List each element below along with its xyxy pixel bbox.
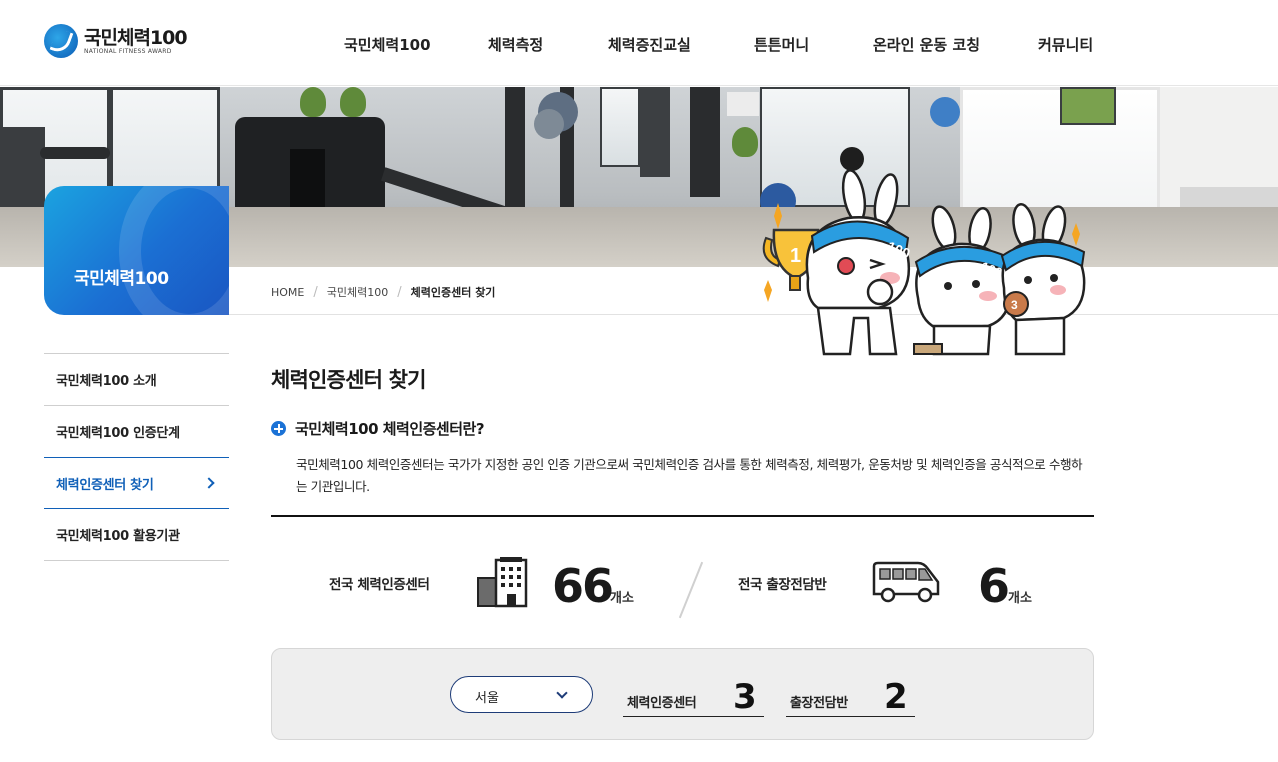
swirl-decoration-icon [119, 186, 229, 315]
filter-center-label: 체력인증센터 [627, 696, 697, 711]
site-logo[interactable]: 국민체력100 NATIONAL FITNESS AWARD [44, 24, 188, 58]
site-header: 국민체력100 NATIONAL FITNESS AWARD 국민체력100 체… [0, 0, 1278, 86]
side-menu-item-find-center[interactable]: 체력인증센터 찾기 [44, 457, 229, 509]
sparkle-icon [764, 280, 772, 302]
side-menu-item-label: 국민체력100 인증단계 [56, 426, 180, 441]
svg-text:1: 1 [790, 245, 801, 267]
section-subheading: 국민체력100 체력인증센터란? [271, 418, 485, 439]
breadcrumb-current: 체력인증센터 찾기 [410, 286, 496, 299]
nav-item-fitness-measure[interactable]: 체력측정 [488, 34, 543, 55]
section-card: 국민체력100 [44, 186, 229, 315]
nav-item-fitness-class[interactable]: 체력증진교실 [608, 34, 691, 55]
side-menu-item-label: 체력인증센터 찾기 [56, 477, 154, 493]
breadcrumb-home[interactable]: HOME [271, 286, 304, 299]
breadcrumb: HOME / 국민체력100 / 체력인증센터 찾기 [271, 284, 495, 300]
rabbit-mascot-bronze: 100 3 [1000, 203, 1086, 356]
filter-mobile-value: 2 [884, 677, 908, 717]
region-select[interactable]: 서울 [450, 676, 593, 713]
chevron-right-icon [203, 477, 215, 489]
breadcrumb-slash-icon: / [313, 284, 318, 300]
region-filter-panel: 서울 체력인증센터 3 출장전담반 2 [271, 648, 1094, 740]
plus-circle-icon [271, 421, 286, 436]
stat-mobile-value: 6 [978, 559, 1010, 613]
region-select-value: 서울 [475, 691, 499, 706]
side-menu: 국민체력100 소개 국민체력100 인증단계 체력인증센터 찾기 국민체력10… [44, 353, 229, 561]
filter-mobile-label: 출장전담반 [790, 696, 848, 711]
stat-centers-unit: 개소 [610, 591, 634, 606]
building-icon [477, 557, 528, 608]
side-menu-item-label: 국민체력100 활용기관 [56, 529, 180, 544]
sparkle-icon [774, 203, 782, 229]
logo-title: 국민체력100 [84, 26, 188, 49]
stat-centers-value: 66 [552, 559, 614, 613]
logo-subtitle: NATIONAL FITNESS AWARD [84, 47, 172, 55]
filter-mobile-count: 출장전담반 2 [786, 677, 915, 717]
rabbit-mascot-silver: 100 [913, 205, 1012, 356]
side-menu-item-label: 국민체력100 소개 [56, 374, 157, 389]
stat-separator [678, 561, 704, 619]
side-menu-item-intro[interactable]: 국민체력100 소개 [44, 354, 229, 406]
filter-center-value: 3 [733, 677, 757, 717]
rabbit-mascot-gold: 100 [805, 169, 913, 356]
nav-item-national-fitness[interactable]: 국민체력100 [344, 34, 431, 55]
description-text: 국민체력100 체력인증센터는 국가가 지정한 공인 인증 기관으로써 국민체력… [296, 457, 1083, 494]
breadcrumb-divider [229, 314, 1278, 315]
logo-runner-icon [44, 24, 78, 58]
nav-item-teunteun-money[interactable]: 튼튼머니 [754, 34, 809, 55]
page-title: 체력인증센터 찾기 [271, 368, 426, 392]
nav-item-online-coaching[interactable]: 온라인 운동 코칭 [873, 34, 980, 55]
side-menu-item-partners[interactable]: 국민체력100 활용기관 [44, 509, 229, 561]
side-menu-item-cert-steps[interactable]: 국민체력100 인증단계 [44, 406, 229, 458]
content-divider [271, 515, 1094, 517]
van-icon [872, 561, 940, 603]
mascot-illustration: 1 100 100 100 3 [762, 169, 1086, 356]
stat-mobile-label: 전국 출장전담반 [738, 577, 827, 593]
stat-centers-label: 전국 체력인증센터 [329, 577, 430, 593]
breadcrumb-level1[interactable]: 국민체력100 [327, 284, 388, 300]
breadcrumb-slash-icon: / [397, 284, 402, 300]
nav-item-community[interactable]: 커뮤니티 [1038, 34, 1093, 55]
subheading-text: 국민체력100 체력인증센터란? [295, 420, 485, 438]
svg-text:3: 3 [1011, 298, 1018, 312]
chevron-down-icon [556, 687, 568, 699]
sparkle-icon [1072, 223, 1080, 246]
stat-mobile-unit: 개소 [1008, 591, 1032, 606]
section-card-title: 국민체력100 [74, 269, 169, 289]
filter-center-count: 체력인증센터 3 [623, 677, 764, 717]
